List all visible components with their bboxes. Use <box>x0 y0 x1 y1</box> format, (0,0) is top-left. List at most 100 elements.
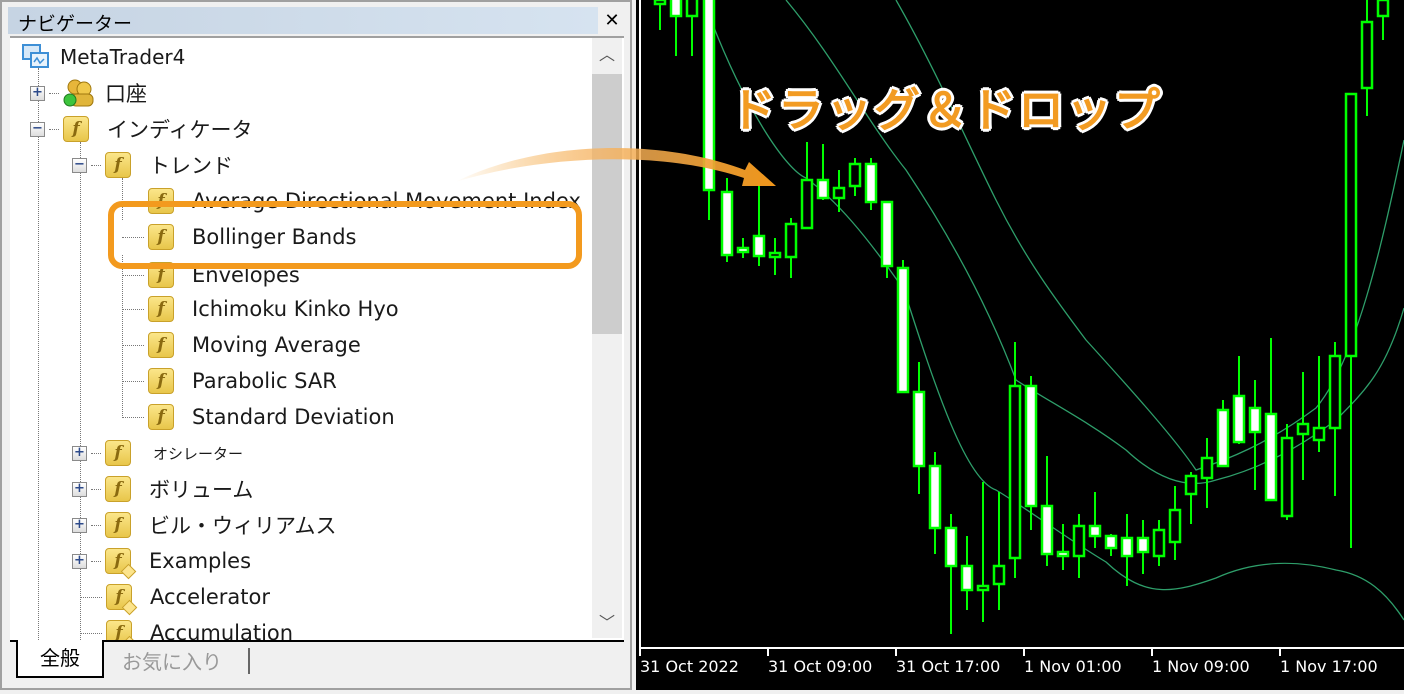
tree-item-volumes[interactable]: + f ボリューム <box>72 472 253 506</box>
x-tick-label: 31 Oct 2022 <box>640 657 739 676</box>
tree-item-indicators[interactable]: − f インディケータ <box>30 112 253 146</box>
tree-connector <box>80 596 102 598</box>
candle-body <box>1376 0 1390 18</box>
candle-body <box>1072 524 1086 558</box>
tree-label: MetaTrader4 <box>60 45 186 69</box>
tree-connector <box>122 274 144 276</box>
tree-item-bill-williams[interactable]: + f ビル・ウィリアムス <box>72 508 337 542</box>
candle-body <box>1040 504 1054 556</box>
tree-label: Examples <box>149 549 252 573</box>
tree-label: ビル・ウィリアムス <box>149 514 337 538</box>
candle-body <box>653 0 667 6</box>
accounts-icon <box>63 78 95 108</box>
x-tick-label: 31 Oct 17:00 <box>896 657 1000 676</box>
tree-item-parabolic-sar[interactable]: f Parabolic SAR <box>122 364 337 398</box>
tree-label: Standard Deviation <box>192 405 395 429</box>
expand-icon[interactable]: + <box>72 517 87 533</box>
candle-body <box>816 178 830 200</box>
tab-separator <box>248 648 250 674</box>
custom-indicator-icon: f <box>106 584 138 616</box>
tab-general[interactable]: 全般 <box>16 640 104 678</box>
candle-body <box>928 464 942 530</box>
drag-drop-annotation: ドラッグ＆ドロップ <box>730 83 1162 137</box>
tree-connector <box>122 344 144 346</box>
tree-item-accounts[interactable]: + 口座 <box>30 76 147 110</box>
custom-indicator-icon: f <box>105 548 137 580</box>
scroll-up-icon[interactable]: ︿ <box>592 38 622 72</box>
tree-connector <box>49 92 59 94</box>
tree-item-trend[interactable]: − f トレンド <box>72 148 233 182</box>
indicator-icon: f <box>105 512 131 538</box>
collapse-icon[interactable]: − <box>72 157 87 173</box>
indicator-icon: f <box>105 152 131 178</box>
candle-body <box>864 162 878 204</box>
candle-body <box>960 564 974 592</box>
candle-body <box>1248 406 1262 434</box>
candle-body <box>1312 426 1326 442</box>
tab-favorites[interactable]: お気に入り <box>122 646 222 675</box>
navigator-titlebar: ナビゲーター <box>8 7 598 35</box>
candle-body <box>1264 412 1278 502</box>
indicator-icon: f <box>148 368 174 394</box>
expand-icon[interactable]: + <box>30 85 45 101</box>
close-icon[interactable]: ✕ <box>600 10 624 32</box>
tree-item-metatrader4[interactable]: MetaTrader4 <box>22 40 185 74</box>
candle-body <box>1168 508 1182 544</box>
indicator-icon: f <box>148 296 174 322</box>
candle-body <box>800 178 814 230</box>
tree-item-moving-average[interactable]: f Moving Average <box>122 328 361 362</box>
tree-connector <box>38 68 39 640</box>
candle-body <box>669 0 683 18</box>
navigator-panel: ナビゲーター ✕ MetaTrader4 + 口座 − f インディケータ − … <box>0 0 632 690</box>
candle-body <box>1184 474 1198 496</box>
indicator-icon: f <box>105 440 131 466</box>
candle-body <box>1008 384 1022 560</box>
scroll-down-icon[interactable]: ﹀ <box>592 606 622 640</box>
x-tick-label: 1 Nov 17:00 <box>1280 657 1378 676</box>
navigator-title: ナビゲーター <box>18 13 133 35</box>
candle-body <box>1088 524 1102 538</box>
tree-label: インディケータ <box>107 118 253 142</box>
tree-item-examples[interactable]: + f Examples <box>72 544 252 580</box>
candle-body <box>912 390 926 468</box>
tree-item-ichimoku[interactable]: f Ichimoku Kinko Hyo <box>122 292 399 326</box>
candle-body <box>720 190 734 257</box>
expand-icon[interactable]: + <box>72 553 87 569</box>
tree-item-standard-deviation[interactable]: f Standard Deviation <box>122 400 395 434</box>
x-tick-label: 31 Oct 09:00 <box>768 657 872 676</box>
tree-label: Ichimoku Kinko Hyo <box>192 297 399 321</box>
highlight-callout <box>108 201 582 269</box>
tree-label: 口座 <box>105 82 147 106</box>
tree-connector <box>49 128 59 130</box>
candle-body <box>1056 550 1070 558</box>
candle-body <box>784 222 798 259</box>
x-axis: 31 Oct 2022 31 Oct 09:00 31 Oct 17:00 1 Nov… <box>639 648 1378 676</box>
candle-body <box>1344 92 1358 358</box>
tree-item-oscillators[interactable]: + f オシレーター <box>72 436 243 470</box>
scroll-thumb[interactable] <box>592 74 622 334</box>
candle-body <box>880 200 894 268</box>
collapse-icon[interactable]: − <box>30 121 45 137</box>
custom-indicator-icon: f <box>106 620 138 640</box>
tree-item-accumulation[interactable]: f Accumulation <box>80 616 293 640</box>
candle-body <box>1280 436 1294 518</box>
x-tick-label: 1 Nov 01:00 <box>1024 657 1122 676</box>
tree-connector <box>122 308 144 310</box>
candle-body <box>896 266 910 394</box>
tree-item-accelerator[interactable]: f Accelerator <box>80 580 270 616</box>
candle-body <box>685 0 699 18</box>
candle-body <box>848 162 862 188</box>
expand-icon[interactable]: + <box>72 481 87 497</box>
expand-icon[interactable]: + <box>72 445 87 461</box>
terminal-icon <box>22 44 50 70</box>
navigator-tree: MetaTrader4 + 口座 − f インディケータ − f トレンド f … <box>10 36 624 640</box>
tree-connector <box>80 632 102 634</box>
indicator-icon: f <box>63 116 89 142</box>
tree-connector <box>122 416 144 418</box>
tree-label: Accumulation <box>150 621 294 640</box>
tree-label: オシレーター <box>153 444 244 463</box>
candle-body <box>1232 394 1246 444</box>
indicator-icon: f <box>105 476 131 502</box>
tree-connector <box>91 452 101 454</box>
vertical-scrollbar[interactable]: ︿ ﹀ <box>592 38 622 638</box>
